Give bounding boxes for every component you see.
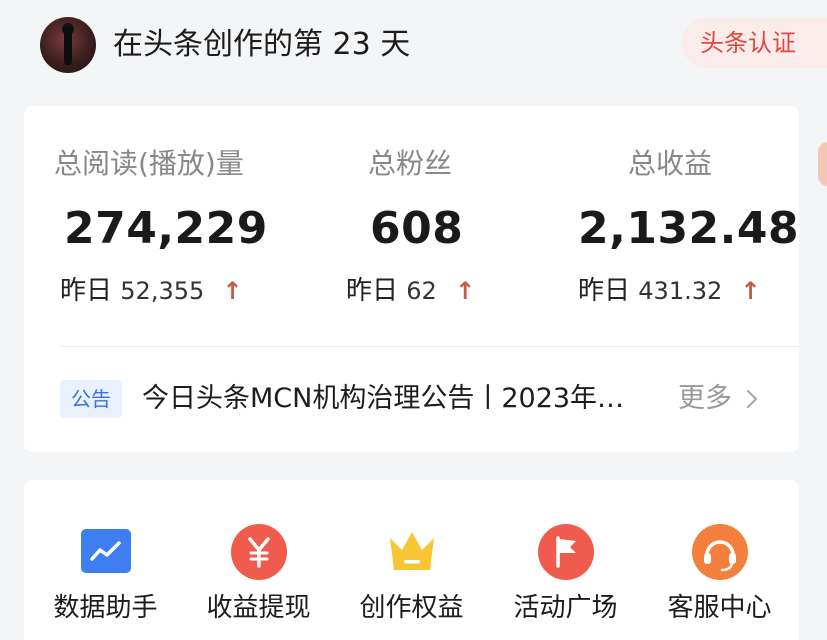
tool-creator-benefits[interactable]: 创作权益 [334, 480, 489, 626]
chart-icon [78, 524, 134, 580]
stat-label: 总阅读(播放)量 [54, 147, 244, 180]
stat-value: 2,132.48 [578, 203, 800, 254]
stat-value: 274,229 [64, 203, 268, 254]
stat-delta: 昨日 431.32 ↑ [578, 274, 761, 308]
floating-edge-button[interactable] [818, 142, 827, 186]
stat-label: 总收益 [628, 147, 713, 180]
avatar[interactable] [40, 17, 96, 73]
tool-label: 活动广场 [513, 593, 618, 623]
avatar-figure-body [64, 27, 72, 65]
divider [60, 346, 799, 347]
notice-more-label: 更多 [678, 383, 732, 414]
delta-value: 52,355 [120, 277, 205, 305]
notice-more-link[interactable]: 更多 [678, 380, 759, 418]
stats-card: 总阅读(播放)量 274,229 昨日 52,355 ↑ 总粉丝 608 昨日 … [24, 106, 799, 452]
stat-delta: 昨日 52,355 ↑ [60, 274, 243, 308]
tool-label: 创作权益 [359, 593, 464, 623]
certification-badge[interactable]: 头条认证 [682, 18, 827, 68]
tool-label: 客服中心 [667, 593, 772, 623]
delta-prefix: 昨日 [60, 276, 113, 306]
crown-icon [384, 524, 440, 580]
tool-customer-service[interactable]: 客服中心 [642, 480, 797, 626]
trend-up-icon: ↑ [740, 277, 761, 305]
certification-label: 头条认证 [700, 29, 796, 57]
headset-icon [692, 524, 748, 580]
tool-label: 数据助手 [53, 593, 158, 623]
stat-delta: 昨日 62 ↑ [346, 274, 475, 308]
stat-label: 总粉丝 [368, 147, 453, 180]
trend-up-icon: ↑ [222, 277, 243, 305]
notice-tag: 公告 [60, 380, 122, 418]
delta-value: 431.32 [638, 277, 723, 305]
tool-activity-square[interactable]: 活动广场 [488, 480, 643, 626]
page-title: 在头条创作的第 23 天 [113, 27, 411, 62]
notice-link[interactable]: 今日头条MCN机构治理公告丨2023年… [142, 380, 660, 418]
tools-card: 数据助手 收益提现 创作权益 活动广场 客服中心 [24, 480, 799, 640]
flag-icon [538, 524, 594, 580]
delta-prefix: 昨日 [578, 276, 631, 306]
delta-value: 62 [406, 277, 437, 305]
delta-prefix: 昨日 [346, 276, 399, 306]
tool-label: 收益提现 [206, 593, 311, 623]
tool-data-assistant[interactable]: 数据助手 [28, 480, 183, 626]
chevron-right-icon [746, 389, 757, 409]
tool-withdraw-earnings[interactable]: 收益提现 [181, 480, 336, 626]
header: 在头条创作的第 23 天 头条认证 [0, 0, 827, 92]
trend-up-icon: ↑ [455, 277, 476, 305]
stat-value: 608 [370, 203, 464, 254]
yen-icon [231, 524, 287, 580]
